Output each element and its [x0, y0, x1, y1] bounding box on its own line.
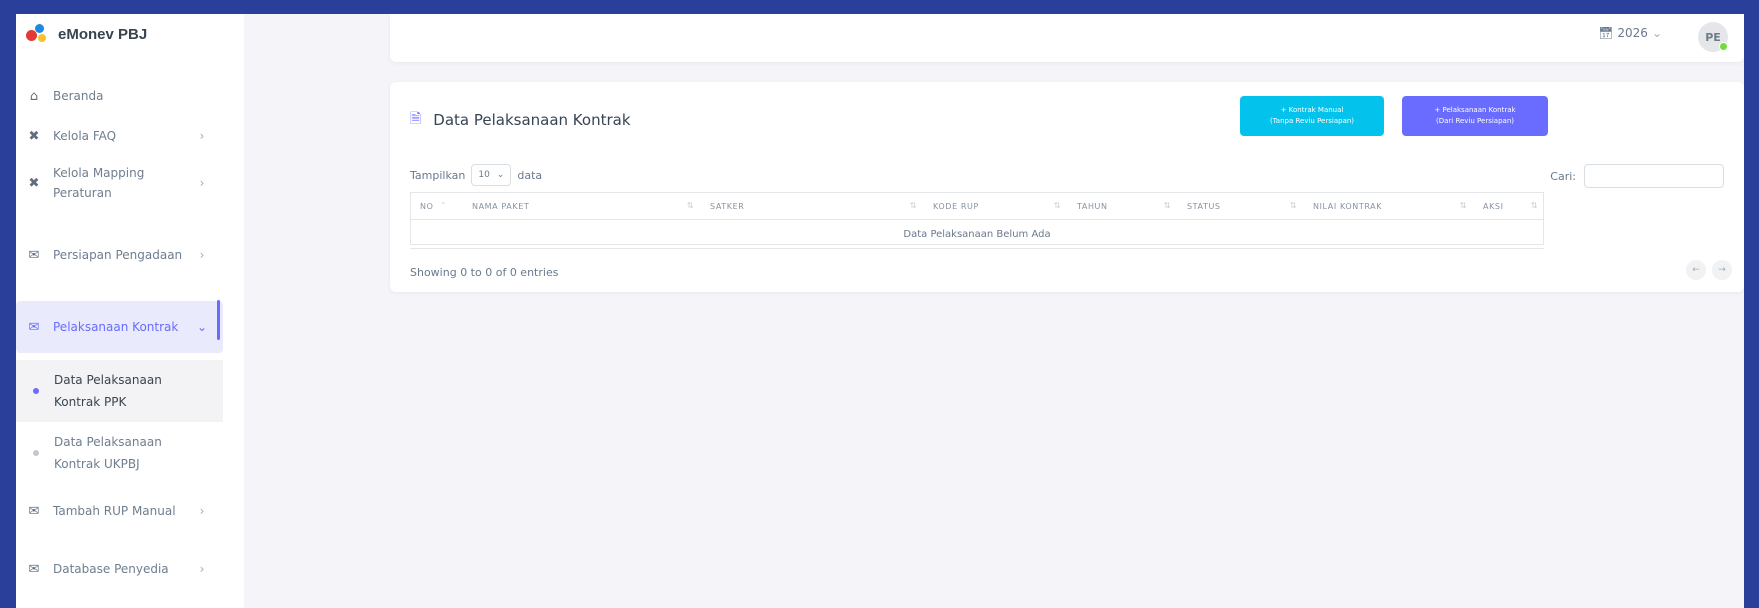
sort-icon: ⇅ [1459, 201, 1467, 210]
column-header-nama-paket[interactable]: NAMA PAKET ⇅ [462, 192, 700, 220]
sort-icon: ⇅ [909, 201, 917, 210]
sidebar-item-label: Tambah RUP Manual [53, 504, 176, 518]
brand-logo-icon [26, 23, 48, 45]
chevron-right-icon: › [199, 176, 205, 190]
sidebar-item-beranda[interactable]: ⌂ Beranda [16, 76, 223, 116]
sidebar-item-persiapan-pengadaan[interactable]: ✉ Persiapan Pengadaan › [16, 230, 223, 280]
sidebar-item-label: Kelola Mapping Peraturan [53, 166, 145, 200]
contracts-table: NO ⌃ NAMA PAKET ⇅ SATKER ⇅ KODE RUP ⇅ TAHUN ⇅… [410, 192, 1544, 249]
column-header-label: TAHUN [1077, 201, 1108, 211]
avatar[interactable]: PE [1698, 22, 1728, 52]
sort-icon: ⇅ [1289, 201, 1297, 210]
chevron-right-icon: › [199, 129, 205, 143]
data-label: data [517, 168, 543, 182]
sort-icon: ⇅ [686, 201, 694, 210]
column-header-satker[interactable]: SATKER ⇅ [700, 192, 923, 220]
year-value: 2026 [1617, 26, 1648, 40]
bullet-icon [33, 450, 39, 456]
sidebar-item-tambah-rup[interactable]: ✉ Tambah RUP Manual › [16, 486, 223, 536]
pagination: ← → [1686, 260, 1732, 280]
column-header-aksi[interactable]: AKSI ⇅ [1473, 192, 1544, 220]
sidebar-subitem-label: Data Pelaksanaan Kontrak PPK [54, 373, 162, 409]
column-header-nilai-kontrak[interactable]: NILAI KONTRAK ⇅ [1303, 192, 1473, 220]
sidebar-subitem-label: Data Pelaksanaan Kontrak UKPBJ [54, 435, 162, 471]
next-page-button[interactable]: → [1712, 260, 1732, 280]
table-row: Data Pelaksanaan Belum Ada [410, 219, 1544, 249]
search-label: Cari: [1550, 169, 1576, 183]
chevron-down-icon: ⌄ [196, 320, 208, 334]
column-header-label: STATUS [1187, 201, 1221, 211]
year-select[interactable]: 📅︎ 2026 ⌄ [1598, 26, 1662, 40]
search-input[interactable] [1584, 164, 1724, 188]
chevron-down-icon: ⌄ [1651, 26, 1662, 40]
sidebar-item-kelola-faq[interactable]: ✖ Kelola FAQ › [16, 116, 223, 156]
sidebar-item-label: Database Penyedia [53, 562, 169, 576]
button-line: + Kontrak Manual [1280, 106, 1344, 114]
empty-table-message: Data Pelaksanaan Belum Ada [410, 219, 1544, 249]
sort-icon: ⇅ [1163, 201, 1171, 210]
column-header-label: NILAI KONTRAK [1313, 201, 1383, 211]
sidebar-item-label: Persiapan Pengadaan [53, 248, 183, 262]
tool-icon: ✖ [28, 128, 40, 144]
table-info: Showing 0 to 0 of 0 entries [410, 266, 559, 279]
active-indicator [217, 300, 220, 340]
page-length-value: 10 [478, 170, 490, 180]
bullet-icon [33, 388, 39, 394]
sidebar-item-database-penyedia[interactable]: ✉ Database Penyedia › [16, 544, 223, 594]
sort-icon: ⇅ [1053, 201, 1061, 210]
show-label: Tampilkan [410, 168, 466, 182]
home-icon: ⌂ [29, 88, 39, 104]
online-status-dot [1719, 42, 1728, 51]
table-header-row: NO ⌃ NAMA PAKET ⇅ SATKER ⇅ KODE RUP ⇅ TAHUN ⇅… [410, 192, 1544, 220]
envelope-icon: ✉ [28, 247, 40, 263]
column-header-label: AKSI [1483, 201, 1504, 211]
sidebar-item-kelola-mapping[interactable]: ✖ Kelola Mapping Peraturan › [16, 158, 223, 208]
chevron-right-icon: › [199, 504, 205, 518]
brand[interactable]: eMonev PBJ [16, 14, 244, 54]
page-length-select[interactable]: 10 ⌄ [471, 164, 512, 186]
column-header-status[interactable]: STATUS ⇅ [1177, 192, 1303, 220]
sidebar-item-label: Kelola FAQ [53, 129, 117, 143]
column-header-label: NO [420, 201, 434, 211]
sort-asc-icon: ⌃ [440, 201, 448, 210]
card-title: 🗎︎ Data Pelaksanaan Kontrak [410, 108, 631, 132]
add-manual-contract-button[interactable]: + Kontrak Manual (Tanpa Reviu Persiapan) [1240, 96, 1384, 136]
search-control: Cari: [1550, 164, 1724, 188]
column-header-tahun[interactable]: TAHUN ⇅ [1067, 192, 1177, 220]
column-header-label: SATKER [710, 201, 745, 211]
data-card: 🗎︎ Data Pelaksanaan Kontrak + Kontrak Ma… [390, 82, 1744, 292]
envelope-icon: ✉ [28, 319, 40, 335]
sidebar: eMonev PBJ ⌂ Beranda ✖ Kelola FAQ › ✖ Ke… [16, 14, 244, 608]
page-length-control: Tampilkan 10 ⌄ data [410, 164, 542, 186]
envelope-icon: ✉ [28, 503, 40, 519]
brand-name: eMonev PBJ [58, 25, 148, 43]
document-icon: 🗎︎ [410, 111, 422, 127]
tool-icon: ✖ [28, 175, 40, 191]
column-header-label: KODE RUP [933, 201, 979, 211]
column-header-kode-rup[interactable]: KODE RUP ⇅ [923, 192, 1067, 220]
calendar-icon: 📅︎ [1598, 26, 1614, 40]
column-header-no[interactable]: NO ⌃ [410, 192, 462, 220]
button-line: (Tanpa Reviu Persiapan) [1269, 117, 1355, 125]
sidebar-item-pelaksanaan-kontrak[interactable]: ✉ Pelaksanaan Kontrak ⌄ [16, 301, 223, 353]
chevron-right-icon: › [199, 562, 205, 576]
add-contract-execution-button[interactable]: + Pelaksanaan Kontrak (Dari Reviu Persia… [1402, 96, 1548, 136]
sort-icon: ⇅ [1530, 201, 1538, 210]
button-line: + Pelaksanaan Kontrak [1434, 106, 1516, 114]
chevron-right-icon: › [199, 248, 205, 262]
sidebar-subitem-kontrak-ukpbj[interactable]: Data Pelaksanaan Kontrak UKPBJ [16, 422, 223, 484]
chevron-down-icon: ⌄ [496, 170, 505, 180]
sidebar-subitem-kontrak-ppk[interactable]: Data Pelaksanaan Kontrak PPK [16, 360, 223, 422]
previous-page-button[interactable]: ← [1686, 260, 1706, 280]
card-title-text: Data Pelaksanaan Kontrak [433, 111, 631, 129]
envelope-icon: ✉ [28, 561, 40, 577]
avatar-initials: PE [1705, 30, 1721, 44]
app-frame: eMonev PBJ ⌂ Beranda ✖ Kelola FAQ › ✖ Ke… [16, 14, 1744, 608]
sidebar-item-label: Pelaksanaan Kontrak [53, 320, 179, 334]
button-line: (Dari Reviu Persiapan) [1435, 117, 1514, 125]
sidebar-item-label: Beranda [53, 89, 104, 103]
top-navbar: 📅︎ 2026 ⌄ PE [390, 14, 1744, 62]
column-header-label: NAMA PAKET [472, 201, 530, 211]
